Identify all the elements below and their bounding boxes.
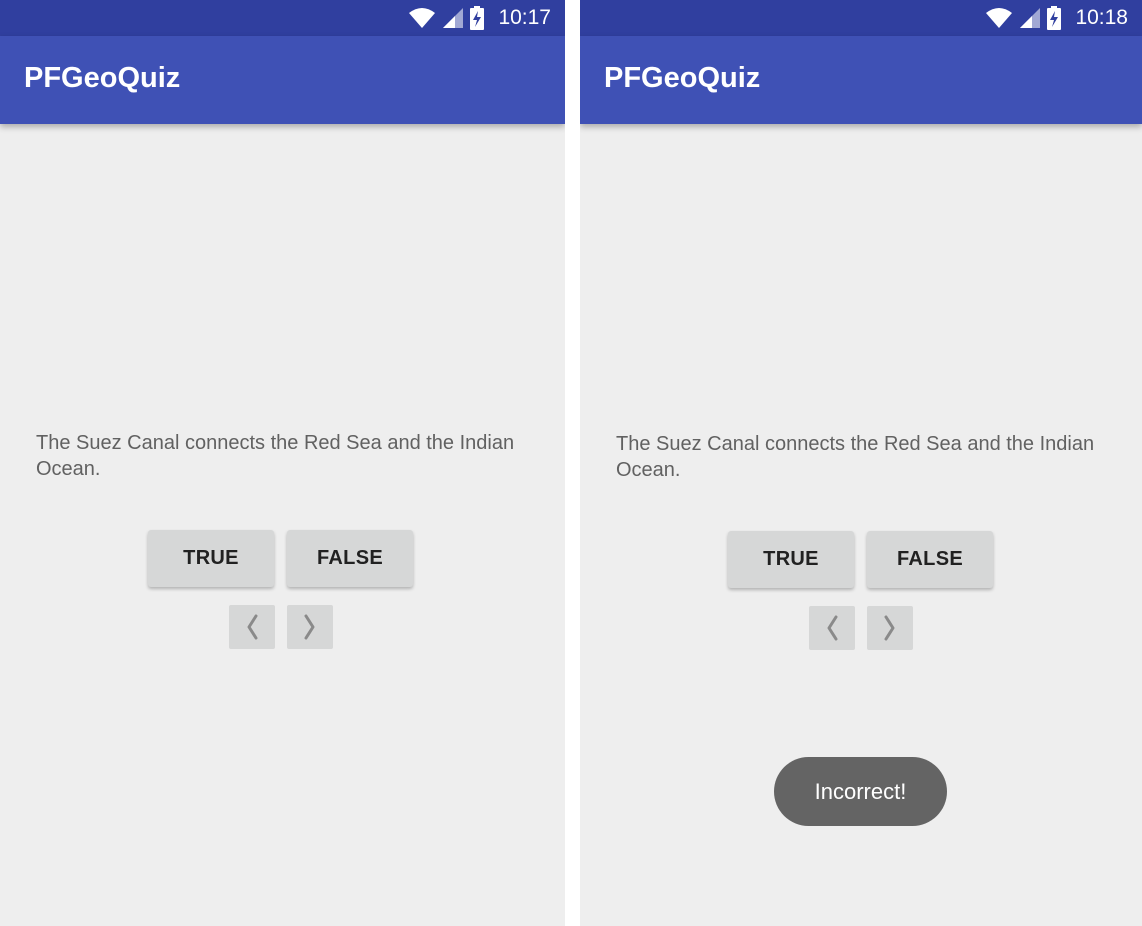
app-title: PFGeoQuiz [24, 62, 181, 94]
status-bar: 10:17 [0, 0, 565, 36]
battery-charging-icon [470, 6, 485, 30]
status-icons: 10:17 [408, 0, 551, 36]
next-button[interactable] [867, 606, 913, 650]
previous-button[interactable] [229, 605, 275, 649]
phone-screen-right: 10:18 PFGeoQuiz The Suez Canal connects … [580, 0, 1142, 926]
chevron-right-icon [304, 614, 315, 640]
app-bar: PFGeoQuiz [580, 36, 1142, 124]
cell-signal-icon [443, 8, 464, 28]
app-bar: PFGeoQuiz [0, 36, 565, 124]
true-button[interactable]: TRUE [728, 531, 854, 588]
question-text: The Suez Canal connects the Red Sea and … [36, 432, 515, 480]
phone-screen-left: 10:17 PFGeoQuiz The Suez Canal connects … [0, 0, 565, 926]
status-time: 10:17 [498, 6, 551, 29]
status-icons: 10:18 [985, 0, 1128, 36]
false-button[interactable]: FALSE [287, 530, 413, 587]
chevron-right-icon [884, 615, 895, 641]
wifi-icon [986, 8, 1013, 28]
status-time: 10:18 [1075, 6, 1128, 29]
cell-signal-icon [1020, 8, 1041, 28]
status-bar: 10:18 [580, 0, 1142, 36]
question-text: The Suez Canal connects the Red Sea and … [616, 433, 1095, 481]
battery-charging-icon [1047, 6, 1062, 30]
app-title: PFGeoQuiz [604, 62, 761, 94]
next-button[interactable] [287, 605, 333, 649]
false-button[interactable]: FALSE [867, 531, 993, 588]
chevron-left-icon [827, 615, 838, 641]
true-button[interactable]: TRUE [148, 530, 274, 587]
chevron-left-icon [247, 614, 258, 640]
toast-message: Incorrect! [774, 757, 947, 826]
previous-button[interactable] [809, 606, 855, 650]
wifi-icon [409, 8, 436, 28]
